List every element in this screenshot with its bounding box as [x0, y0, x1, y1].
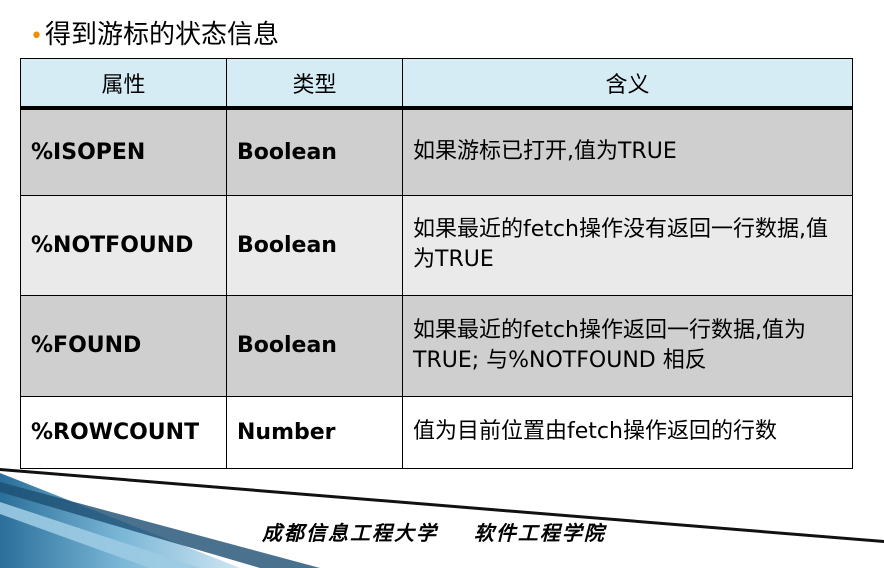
header-meaning: 含义 [402, 58, 853, 110]
cursor-attributes-table: 属性 类型 含义 %ISOPEN Boolean 如果游标已打开,值为TRUE … [20, 58, 853, 469]
table-header-row: 属性 类型 含义 [20, 58, 853, 110]
bullet-icon: • [30, 24, 43, 49]
type-cell: Boolean [226, 107, 403, 196]
type-cell: Number [226, 395, 403, 469]
slide-title: •得到游标的状态信息 [30, 14, 279, 51]
attribute-cell: %ROWCOUNT [20, 395, 227, 469]
attribute-cell: %FOUND [20, 294, 227, 397]
meaning-cell: 如果最近的fetch操作没有返回一行数据,值为TRUE [402, 194, 853, 296]
type-cell: Boolean [226, 294, 403, 397]
footer-text: 成都信息工程大学 软件工程学院 [262, 521, 606, 545]
attribute-cell: %ISOPEN [20, 107, 227, 196]
type-cell: Boolean [226, 194, 403, 296]
table-row: %FOUND Boolean 如果最近的fetch操作返回一行数据,值为TRUE… [20, 294, 853, 397]
table-row: %ISOPEN Boolean 如果游标已打开,值为TRUE [20, 107, 853, 196]
header-attribute: 属性 [20, 58, 227, 110]
meaning-cell: 值为目前位置由fetch操作返回的行数 [402, 395, 853, 469]
table-row: %ROWCOUNT Number 值为目前位置由fetch操作返回的行数 [20, 395, 853, 469]
attribute-cell: %NOTFOUND [20, 194, 227, 296]
header-type: 类型 [226, 58, 403, 110]
slide-title-text: 得到游标的状态信息 [44, 20, 279, 50]
meaning-cell: 如果最近的fetch操作返回一行数据,值为TRUE; 与%NOTFOUND 相反 [402, 294, 853, 397]
table-row: %NOTFOUND Boolean 如果最近的fetch操作没有返回一行数据,值… [20, 194, 853, 296]
meaning-cell: 如果游标已打开,值为TRUE [402, 107, 853, 196]
